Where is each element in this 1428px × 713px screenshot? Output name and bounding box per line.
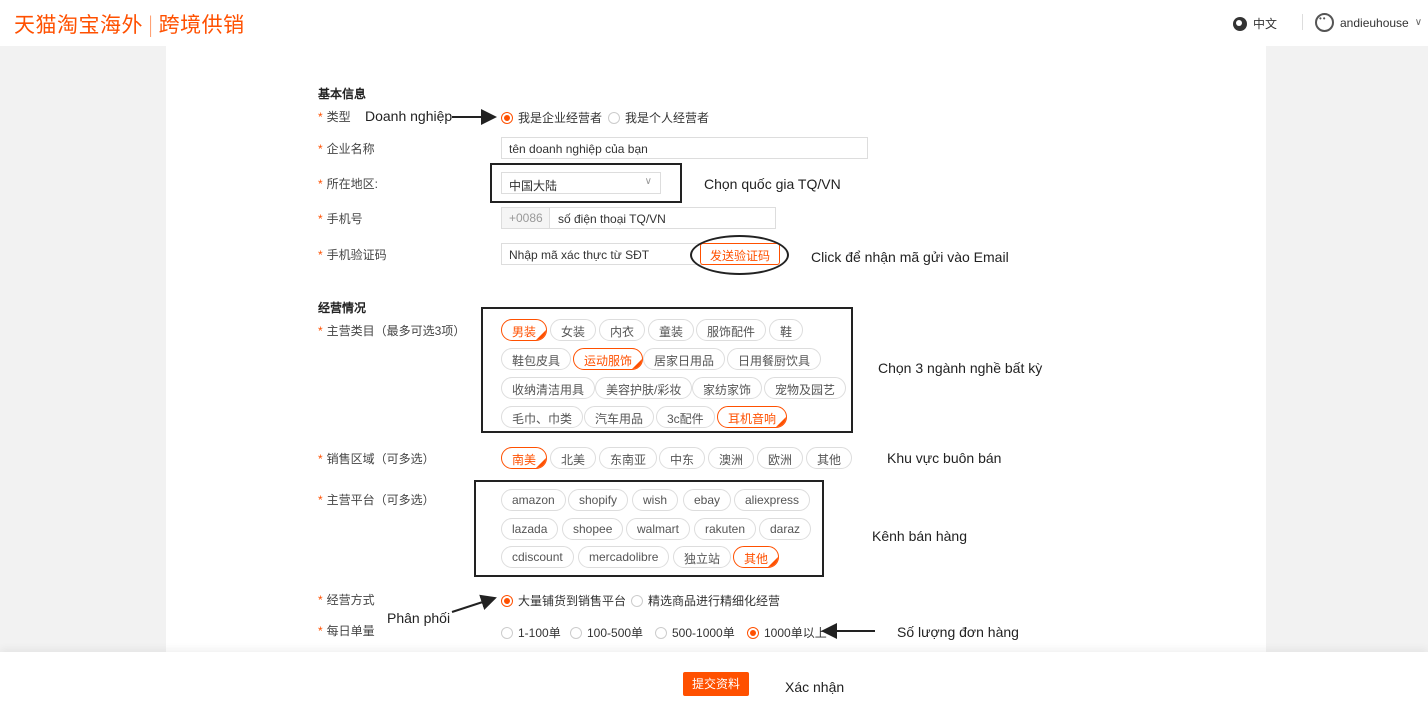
radio-dot — [631, 594, 643, 607]
radio-orders-3[interactable]: 500-1000单 — [655, 624, 735, 641]
platform-label: * 主营平台（可多选） — [318, 493, 435, 507]
radio-individual[interactable]: 我是个人经营者 — [608, 109, 709, 126]
region-tag[interactable]: 东南亚 — [599, 447, 658, 469]
top-bar: 天猫淘宝海外|跨境供销 中文 andieuhouse ∨ — [0, 0, 1428, 46]
note-chon-quoc-gia: Chọn quốc gia TQ/VN — [704, 176, 841, 192]
header-divider — [1302, 14, 1303, 30]
highlight-frame-platforms — [474, 480, 824, 577]
radio-mode-curated[interactable]: 精选商品进行精细化经营 — [631, 592, 780, 609]
mode-label: * 经营方式 — [318, 593, 375, 607]
submit-button[interactable]: 提交资料 — [683, 672, 749, 696]
highlight-frame-categories — [481, 307, 853, 433]
radio-dot — [655, 626, 667, 639]
user-menu[interactable]: andieuhouse ∨ — [1315, 13, 1422, 32]
note-so-luong: Số lượng đơn hàng — [897, 624, 1019, 640]
region-label: * 所在地区: — [318, 177, 379, 191]
company-name-input[interactable]: tên doanh nghiệp của bạn — [501, 137, 868, 159]
language-switch[interactable]: 中文 — [1233, 15, 1277, 32]
region-tag[interactable]: 澳洲 — [708, 447, 755, 469]
radio-dot — [570, 626, 582, 639]
region-tag[interactable]: 欧洲 — [757, 447, 804, 469]
note-click-email: Click để nhận mã gửi vào Email — [811, 249, 1009, 265]
region-tag[interactable]: 其他 — [806, 447, 853, 469]
note-doanh-nghiep: Doanh nghiệp — [365, 108, 453, 124]
radio-dot — [608, 111, 620, 124]
logo-main: 天猫淘宝海外 — [14, 13, 143, 37]
radio-dot — [747, 626, 759, 639]
avatar — [1315, 13, 1334, 32]
note-khu-vuc: Khu vực buôn bán — [887, 450, 1002, 466]
region-tag[interactable]: 北美 — [550, 447, 597, 469]
language-label: 中文 — [1253, 17, 1278, 31]
annotation-arrow-orders — [821, 623, 875, 639]
region-tag[interactable]: 中东 — [659, 447, 706, 469]
logo-separator: | — [147, 13, 155, 37]
logo[interactable]: 天猫淘宝海外 | 跨境供销 — [14, 9, 245, 39]
business-info-title: 经营情况 — [318, 301, 367, 315]
logo-sub: 跨境供销 — [158, 13, 245, 37]
orders-label: * 每日单量 — [318, 624, 375, 638]
note-chon-nganh: Chọn 3 ngành nghề bất kỳ — [878, 360, 1043, 376]
phone-input[interactable]: +0086 số điện thoại TQ/VN — [501, 207, 776, 229]
arrow-mode — [451, 594, 497, 613]
sales-region-label: * 销售区域（可多选） — [318, 452, 435, 466]
phone-label: * 手机号 — [318, 212, 363, 226]
username: andieuhouse — [1340, 15, 1409, 30]
code-label: * 手机验证码 — [318, 248, 387, 262]
annotation-arrows-left — [451, 109, 497, 613]
note-xac-nhan: Xác nhận — [785, 679, 845, 695]
chevron-down-icon: ∨ — [1414, 17, 1423, 28]
note-phan-phoi: Phân phối — [387, 610, 451, 626]
type-label: * 类型 — [318, 110, 351, 124]
globe-icon — [1233, 16, 1247, 31]
basic-info-title: 基本信息 — [318, 87, 367, 101]
company-label: * 企业名称 — [318, 142, 375, 156]
radio-orders-2[interactable]: 100-500单 — [570, 624, 643, 641]
note-kenh-ban: Kênh bán hàng — [872, 528, 967, 544]
highlight-ellipse-send — [690, 235, 789, 275]
